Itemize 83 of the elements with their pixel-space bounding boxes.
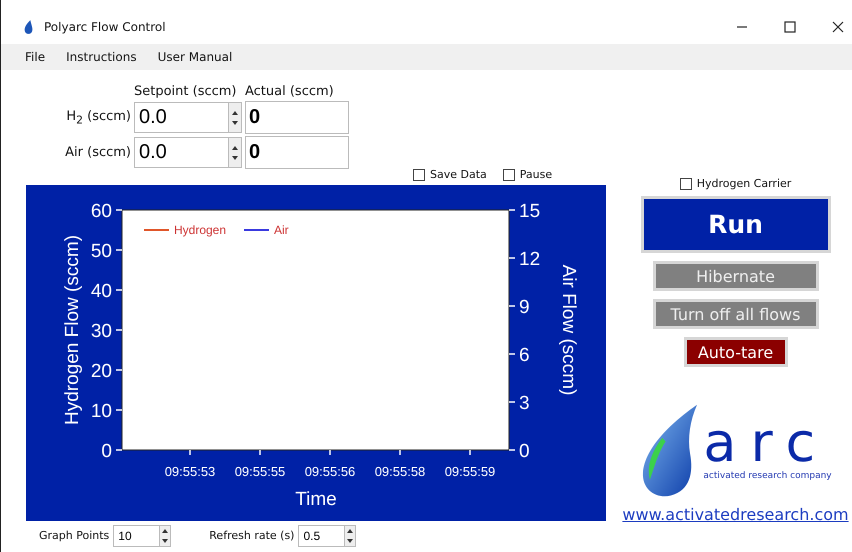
checkbox[interactable] [502,168,515,180]
down-arrow-icon[interactable] [346,536,354,544]
tick-label: 10 [90,401,112,422]
tick-label: 0 [101,441,112,462]
tick-mark [259,450,261,455]
tick-mark [116,329,122,331]
spin-buttons[interactable] [228,102,242,133]
tick-label: 09:55:56 [304,464,356,479]
tick-label: 09:55:59 [444,464,496,479]
spin-buttons[interactable] [158,524,172,546]
tick-mark [116,409,122,411]
up-arrow-icon[interactable] [161,526,170,534]
tick-mark [399,450,401,455]
setpoint-field[interactable]: 0.0 [134,137,228,168]
setpoint-field[interactable]: 0.0 [134,102,228,133]
column-header: Setpoint (sccm) [134,84,238,99]
tick-label: 3 [519,393,530,414]
tick-mark [469,450,471,455]
tick-mark [116,369,122,371]
up-arrow-icon[interactable] [230,108,239,116]
tick-label: 50 [90,241,112,262]
window-title: Polyarc Flow Control [44,20,166,34]
tick-label: 40 [90,281,112,302]
down-arrow-icon[interactable] [230,118,239,126]
tick-mark [509,353,515,355]
checkbox-label: Pause [520,168,552,181]
maximize-icon[interactable] [784,21,796,33]
down-arrow-icon[interactable] [161,536,170,544]
tick-mark [509,257,515,259]
row-label: Air (sccm) [64,145,131,160]
tick-label: 20 [90,361,112,382]
tick-label: 9 [519,297,530,318]
checkbox[interactable] [413,168,425,180]
tick-label: 6 [519,345,530,366]
logo-tagline: activated research company [703,471,832,481]
tick-mark [189,450,191,455]
menu-item[interactable]: Instructions [66,50,137,64]
field-label: Refresh rate (s) [209,529,294,542]
logo-name: arc [703,415,830,471]
menu-item[interactable]: User Manual [158,50,232,64]
tick-mark [509,401,515,403]
axis-title: Hydrogen Flow (sccm) [62,234,83,426]
menu-item[interactable]: File [25,50,46,64]
row-label: H$_{2}$ (sccm) [65,108,131,126]
graph-points-field[interactable]: 10 [113,524,159,546]
drop-icon [23,20,34,34]
tick-mark [116,289,122,291]
legend-label: Air [274,223,289,237]
tick-label: 09:55:55 [234,464,286,479]
spin-buttons[interactable] [228,137,242,168]
up-arrow-icon[interactable] [346,526,354,534]
tick-mark [116,449,122,451]
actual-field[interactable]: 0 [245,136,349,169]
tick-label: 15 [519,201,540,222]
column-header: Actual (sccm) [245,84,335,99]
tick-mark [509,305,515,307]
axis-title: Time [295,489,337,510]
actual-field[interactable]: 0 [245,101,349,134]
run-button[interactable]: Run [640,196,830,253]
tick-mark [329,450,331,455]
tick-label: 60 [90,201,112,222]
tick-label: 12 [519,249,540,270]
down-arrow-icon[interactable] [230,154,239,162]
axis-title: Air Flow (sccm) [558,264,579,396]
tick-mark [116,249,122,251]
legend-label: Hydrogen [174,223,226,237]
spin-buttons[interactable] [344,524,356,546]
tick-label: 09:55:58 [374,464,426,479]
tick-label: 09:55:53 [164,464,216,479]
tick-label: 30 [90,321,112,342]
action-button[interactable]: Auto-tare [684,337,788,367]
tick-mark [509,209,515,211]
tick-mark [116,209,122,211]
tick-mark [509,449,515,451]
checkbox-label: Hydrogen Carrier [696,177,792,190]
close-icon[interactable] [832,21,844,33]
tick-label: 0 [519,441,530,462]
field-label: Graph Points [39,529,110,542]
checkbox-label: Save Data [430,168,487,181]
checkbox[interactable] [680,178,692,190]
up-arrow-icon[interactable] [230,144,239,152]
website-link[interactable]: www.activatedresearch.com [622,505,849,524]
refresh-rate-field[interactable]: 0.5 [298,524,344,546]
